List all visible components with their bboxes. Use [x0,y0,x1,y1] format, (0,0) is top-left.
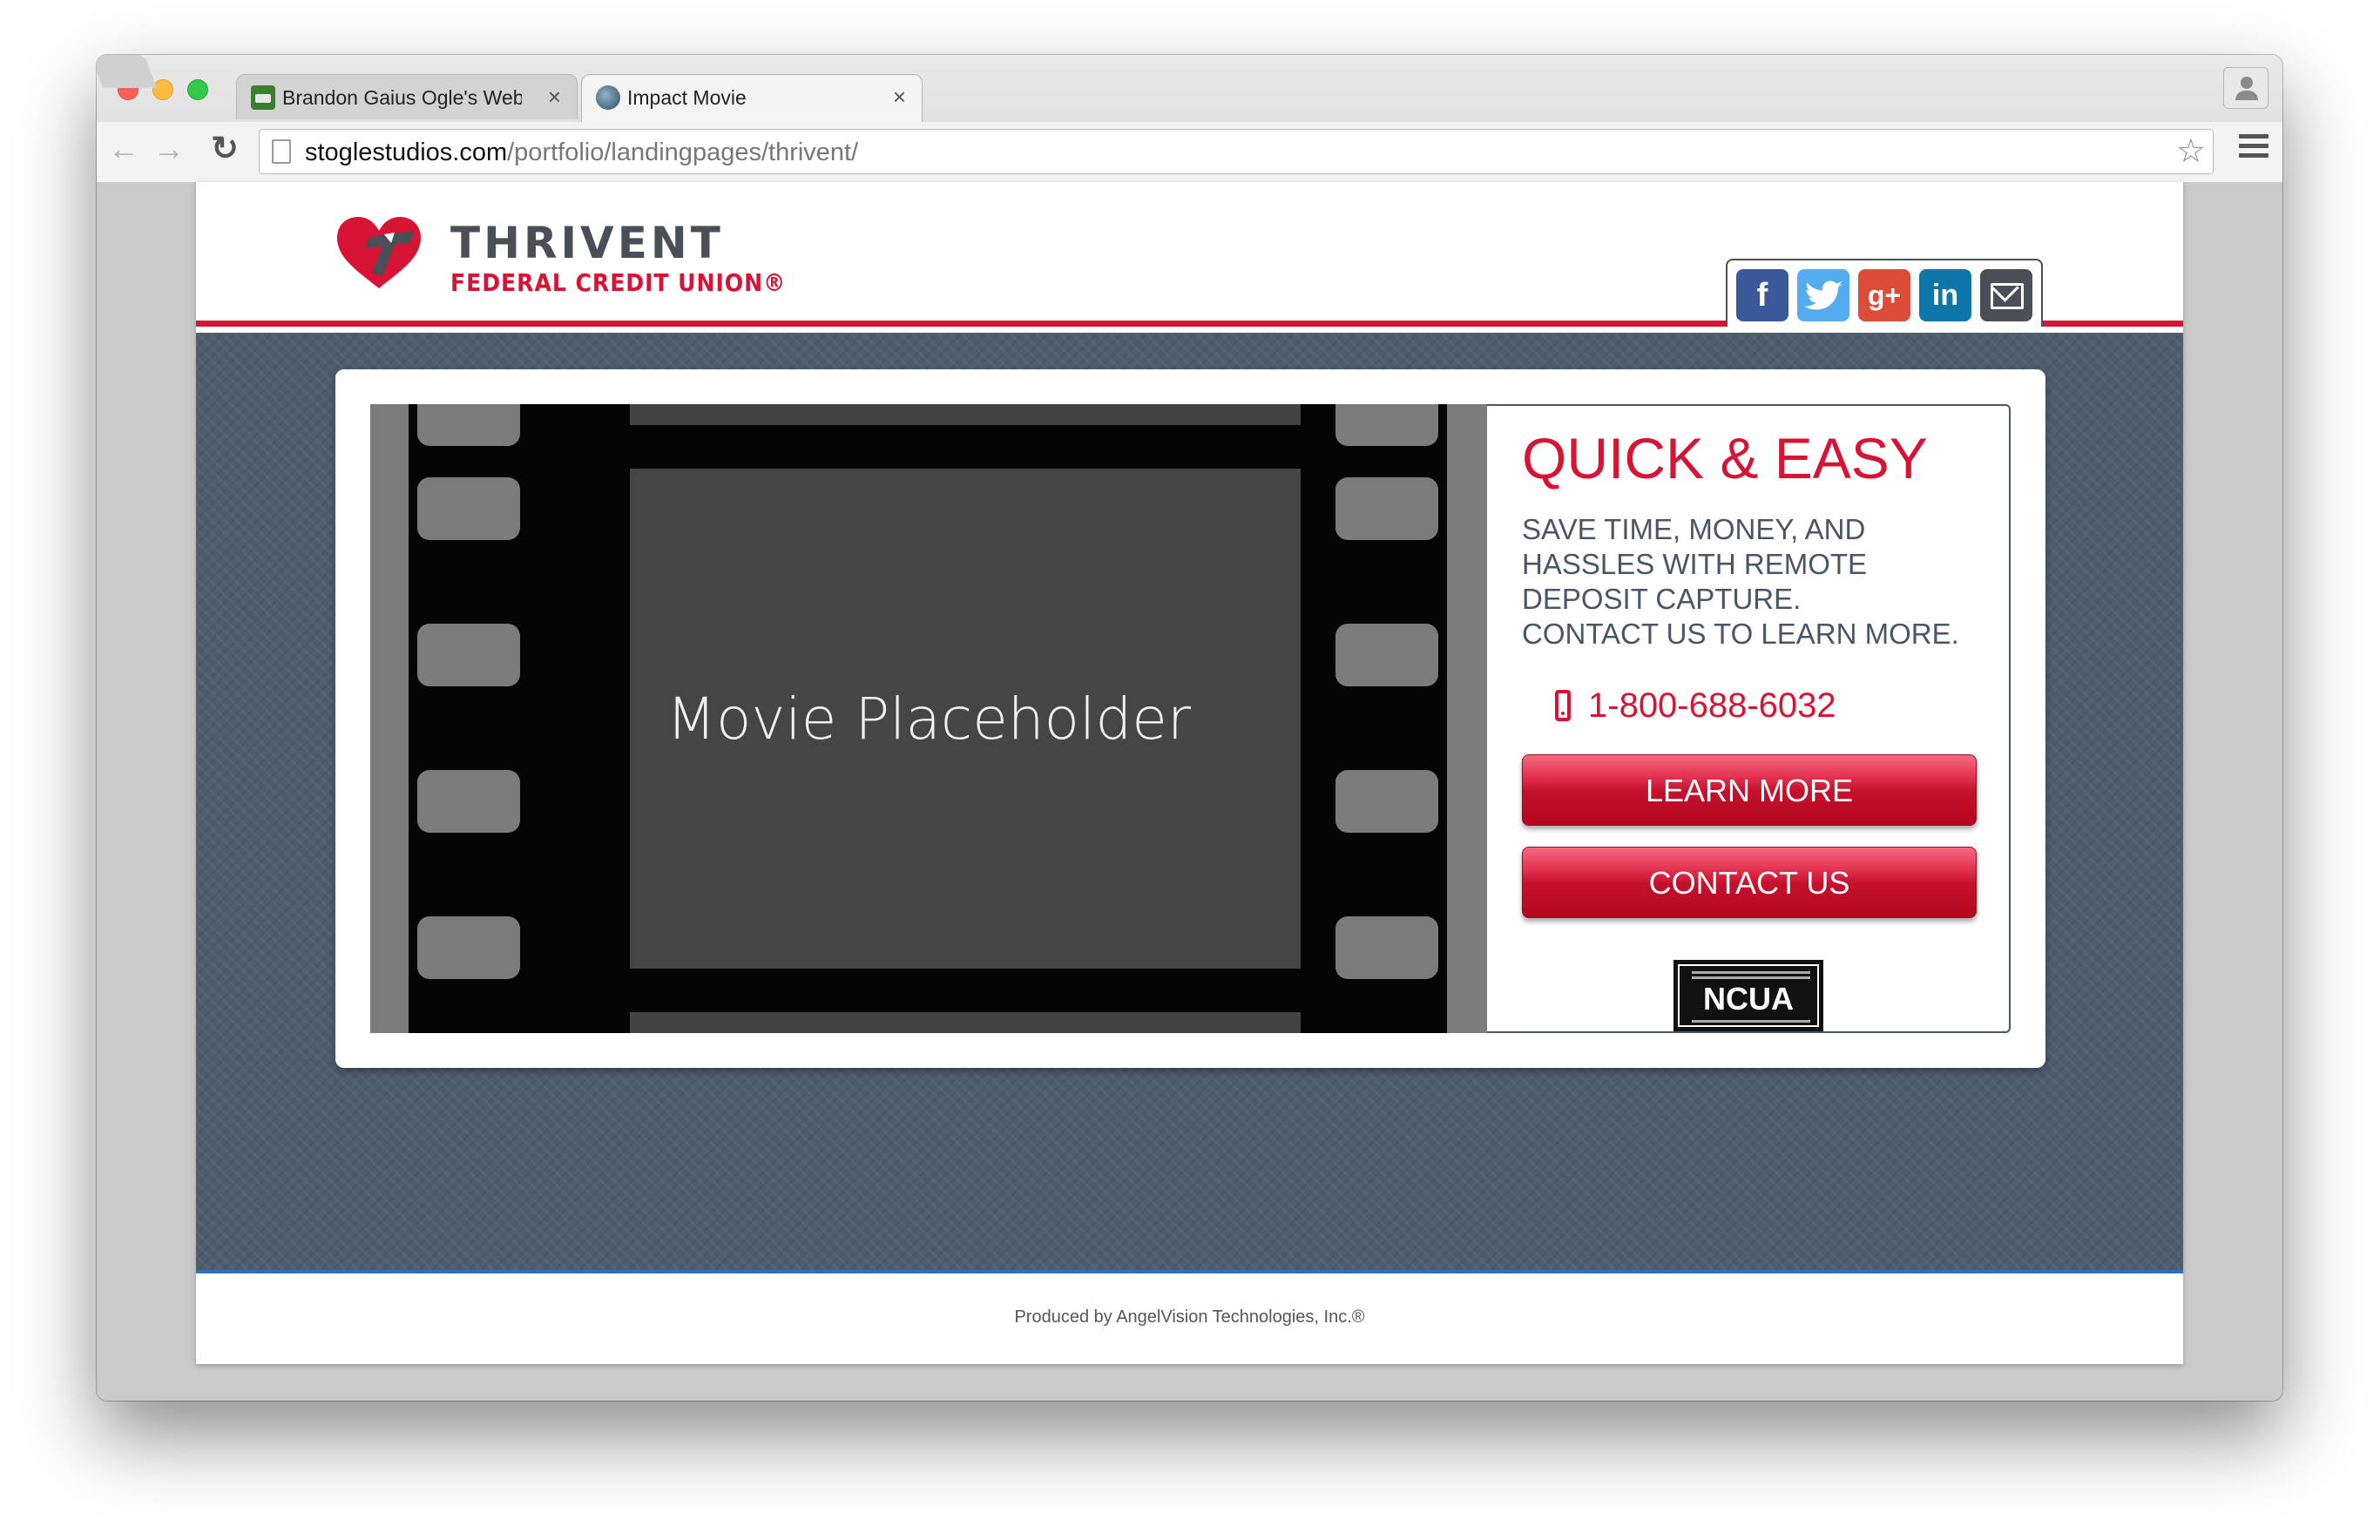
movie-placeholder-label: Movie Placeholder [666,685,1191,753]
profile-icon[interactable] [2223,67,2268,109]
email-icon[interactable] [1980,269,2032,321]
phone-number: 1-800-688-6032 [1588,686,1836,725]
page-viewport: THRIVENT FEDERAL CREDIT UNION® f g+ in M… [97,182,2282,1401]
offer-line: HASSLES WITH REMOTE [1522,548,1868,580]
landing-page: THRIVENT FEDERAL CREDIT UNION® f g+ in M… [196,182,2183,1364]
tab-close-icon[interactable]: × [548,84,561,110]
offer-panel: QUICK & EASY SAVE TIME, MONEY, AND HASSL… [1487,404,2011,1033]
thrivent-logo[interactable]: THRIVENT FEDERAL CREDIT UNION® [334,215,785,302]
offer-description: SAVE TIME, MONEY, AND HASSLES WITH REMOT… [1522,512,2010,652]
forward-arrow-icon[interactable]: → [151,131,187,167]
url-path: /portfolio/landingpages/thrivent/ [507,138,859,166]
address-bar[interactable]: stoglestudios.com/portfolio/landingpages… [259,129,2214,174]
page-icon [272,139,291,164]
new-tab-button[interactable] [97,55,157,88]
facebook-icon[interactable]: f [1736,269,1788,321]
heart-cross-icon [337,217,421,288]
offer-line: CONTACT US TO LEARN MORE. [1522,618,1959,650]
contact-us-button[interactable]: CONTACT US [1522,847,1977,918]
ncua-badge: NCUA [1673,960,1823,1031]
browser-toolbar: ← → ↻ stoglestudios.com/portfolio/landin… [97,122,2282,182]
mobile-phone-icon [1555,690,1571,721]
site-header: THRIVENT FEDERAL CREDIT UNION® f g+ in [196,182,2183,327]
briefcase-icon [251,85,275,110]
learn-more-button[interactable]: LEARN MORE [1522,754,1977,826]
linkedin-icon[interactable]: in [1919,269,1971,321]
social-share-bar: f g+ in [1726,259,2043,327]
tab-title: Impact Movie [627,86,747,109]
globe-icon [596,85,620,110]
ncua-fine-print [1692,976,1810,979]
twitter-icon[interactable] [1797,269,1849,321]
movie-placeholder[interactable]: Movie Placeholder [370,404,1487,1033]
tab-brandon-portfolio[interactable]: Brandon Gaius Ogle's Web × [236,74,578,119]
google-plus-icon[interactable]: g+ [1858,269,1910,321]
ncua-fine-print [1692,971,1810,974]
offer-line: SAVE TIME, MONEY, AND [1522,513,1866,545]
minimize-window-button[interactable] [152,79,173,100]
offer-headline: QUICK & EASY [1522,426,1928,490]
site-footer: Produced by AngelVision Technologies, In… [196,1277,2183,1364]
logo-tagline: FEDERAL CREDIT UNION® [450,268,787,297]
back-arrow-icon[interactable]: ← [105,131,142,167]
offer-line: DEPOSIT CAPTURE. [1522,583,1802,615]
bookmark-star-icon[interactable]: ☆ [2176,133,2206,170]
logo-wordmark: THRIVENT [450,218,724,268]
browser-window: Brandon Gaius Ogle's Web × Impact Movie … [97,55,2282,1401]
zoom-window-button[interactable] [187,79,208,100]
hero-section: Movie Placeholder QUICK & EASY SAVE TIME… [196,333,2183,1273]
tab-impact-movie[interactable]: Impact Movie × [581,74,923,122]
reload-icon[interactable]: ↻ [206,131,243,167]
ncua-label: NCUA [1703,981,1794,1017]
hero-card: Movie Placeholder QUICK & EASY SAVE TIME… [335,369,2045,1068]
url-text: stoglestudios.com/portfolio/landingpages… [305,138,858,166]
tab-close-icon[interactable]: × [893,84,906,110]
footer-credit: Produced by AngelVision Technologies, In… [1014,1307,1365,1327]
twitter-bird-icon [1804,280,1843,310]
tab-title: Brandon Gaius Ogle's Web [282,86,522,109]
url-host: stoglestudios.com [305,138,508,166]
hamburger-menu-icon[interactable] [2239,134,2268,160]
ncua-fine-print [1692,1020,1810,1023]
